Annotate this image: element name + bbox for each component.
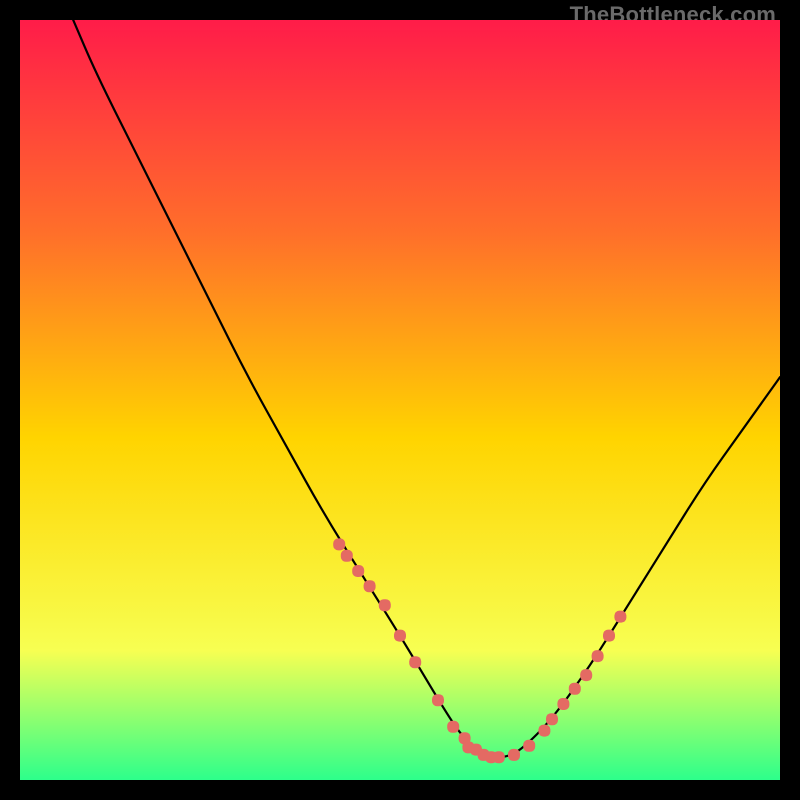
highlight-dot	[592, 650, 604, 662]
bottleneck-chart	[20, 20, 780, 780]
highlight-dot	[546, 713, 558, 725]
highlight-dot	[432, 694, 444, 706]
highlight-dot	[409, 656, 421, 668]
highlight-dot	[341, 550, 353, 562]
gradient-background	[20, 20, 780, 780]
highlight-dot	[603, 630, 615, 642]
highlight-dot	[538, 725, 550, 737]
highlight-dot	[523, 740, 535, 752]
highlight-dot	[333, 538, 345, 550]
highlight-dot	[379, 599, 391, 611]
highlight-dot	[614, 611, 626, 623]
highlight-dot	[569, 683, 581, 695]
highlight-dot	[508, 749, 520, 761]
highlight-dot	[364, 580, 376, 592]
highlight-dot	[478, 749, 490, 761]
highlight-dot	[493, 751, 505, 763]
highlight-dot	[394, 630, 406, 642]
chart-frame	[20, 20, 780, 780]
highlight-dot	[447, 721, 459, 733]
highlight-dot	[557, 698, 569, 710]
highlight-dot	[580, 669, 592, 681]
highlight-dot	[462, 741, 474, 753]
highlight-dot	[352, 565, 364, 577]
